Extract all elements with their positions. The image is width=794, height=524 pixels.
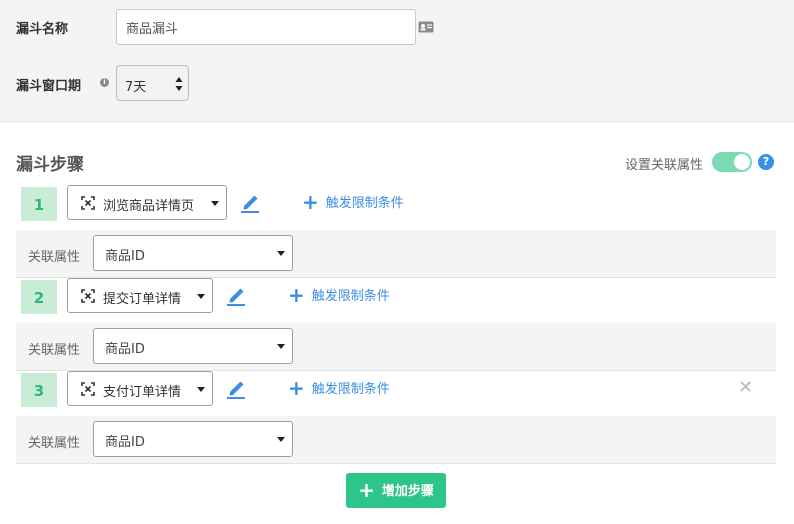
caret-down-icon — [277, 251, 285, 256]
edit-pencil-icon[interactable] — [240, 191, 260, 213]
plus-icon: + — [288, 376, 305, 400]
funnel-step: 2 提交订单详情 + 触发限制条件 关联属性 商品ID — [16, 278, 776, 372]
add-trigger-condition-link[interactable]: + 触发限制条件 — [302, 190, 404, 214]
relation-attribute-row: 关联属性 商品ID — [16, 230, 776, 278]
relation-attribute-row: 关联属性 商品ID — [16, 323, 776, 371]
relation-attribute-label: 关联属性 — [28, 343, 81, 358]
event-select[interactable]: 提交订单详情 — [67, 278, 213, 313]
funnel-step: 3 支付订单详情 + 触发限制条件 ✕ 关联属性 商品ID — [16, 371, 776, 465]
relation-attribute-value: 商品ID — [105, 249, 145, 264]
plus-icon: + — [302, 190, 319, 214]
caret-down-icon — [197, 294, 205, 299]
relation-attribute-value: 商品ID — [105, 435, 145, 450]
caret-down-icon — [211, 201, 219, 206]
relation-attribute-select[interactable]: 商品ID — [93, 421, 293, 457]
step-row: 3 支付订单详情 + 触发限制条件 ✕ — [16, 371, 776, 411]
step-row: 1 浏览商品详情页 + 触发限制条件 — [16, 185, 776, 225]
plus-icon: + — [358, 478, 375, 502]
funnel-name-input[interactable] — [116, 9, 416, 45]
caret-down-icon — [277, 344, 285, 349]
trigger-condition-label: 触发限制条件 — [311, 289, 390, 304]
id-card-icon[interactable] — [418, 21, 434, 33]
remove-step-icon[interactable]: ✕ — [738, 377, 753, 398]
event-target-icon — [81, 382, 95, 396]
funnel-name-label: 漏斗名称 — [16, 22, 69, 37]
question-circle-icon[interactable]: ? — [758, 154, 774, 170]
event-target-icon — [81, 289, 95, 303]
step-number-badge: 3 — [21, 373, 57, 407]
info-icon[interactable]: i — [100, 78, 109, 87]
add-step-button[interactable]: + 增加步骤 — [346, 473, 446, 508]
toggle-knob — [734, 154, 750, 170]
up-down-arrows-icon — [175, 77, 183, 91]
event-select[interactable]: 支付订单详情 — [67, 371, 213, 406]
relation-toggle-label: 设置关联属性 — [625, 158, 704, 173]
event-select-value: 浏览商品详情页 — [103, 199, 195, 214]
step-row: 2 提交订单详情 + 触发限制条件 — [16, 278, 776, 318]
relation-attribute-label: 关联属性 — [28, 436, 81, 451]
funnel-window-value: 7天 — [125, 80, 147, 95]
edit-pencil-icon[interactable] — [226, 284, 246, 306]
event-select-value: 提交订单详情 — [103, 292, 182, 307]
funnel-window-select[interactable]: 7天 — [116, 65, 189, 101]
event-target-icon — [81, 196, 95, 210]
add-trigger-condition-link[interactable]: + 触发限制条件 — [288, 376, 390, 400]
trigger-condition-label: 触发限制条件 — [325, 196, 404, 211]
relation-attribute-select[interactable]: 商品ID — [93, 328, 293, 364]
funnel-window-label: 漏斗窗口期 — [16, 79, 82, 94]
add-trigger-condition-link[interactable]: + 触发限制条件 — [288, 283, 390, 307]
relation-attribute-select[interactable]: 商品ID — [93, 235, 293, 271]
relation-attribute-value: 商品ID — [105, 342, 145, 357]
caret-down-icon — [197, 387, 205, 392]
step-number-badge: 2 — [21, 280, 57, 314]
relation-attribute-row: 关联属性 商品ID — [16, 416, 776, 464]
plus-icon: + — [288, 283, 305, 307]
step-number-badge: 1 — [21, 187, 57, 221]
funnel-steps-title: 漏斗步骤 — [16, 155, 84, 175]
funnel-step: 1 浏览商品详情页 + 触发限制条件 关联属性 商品ID — [16, 185, 776, 279]
caret-down-icon — [277, 437, 285, 442]
funnel-settings-panel: 漏斗名称 漏斗窗口期 i 7天 — [0, 0, 794, 122]
event-select[interactable]: 浏览商品详情页 — [67, 185, 227, 220]
trigger-condition-label: 触发限制条件 — [311, 382, 390, 397]
relation-attribute-label: 关联属性 — [28, 250, 81, 265]
edit-pencil-icon[interactable] — [226, 377, 246, 399]
add-step-label: 增加步骤 — [381, 484, 434, 499]
event-select-value: 支付订单详情 — [103, 385, 182, 400]
relation-toggle[interactable] — [712, 152, 752, 172]
